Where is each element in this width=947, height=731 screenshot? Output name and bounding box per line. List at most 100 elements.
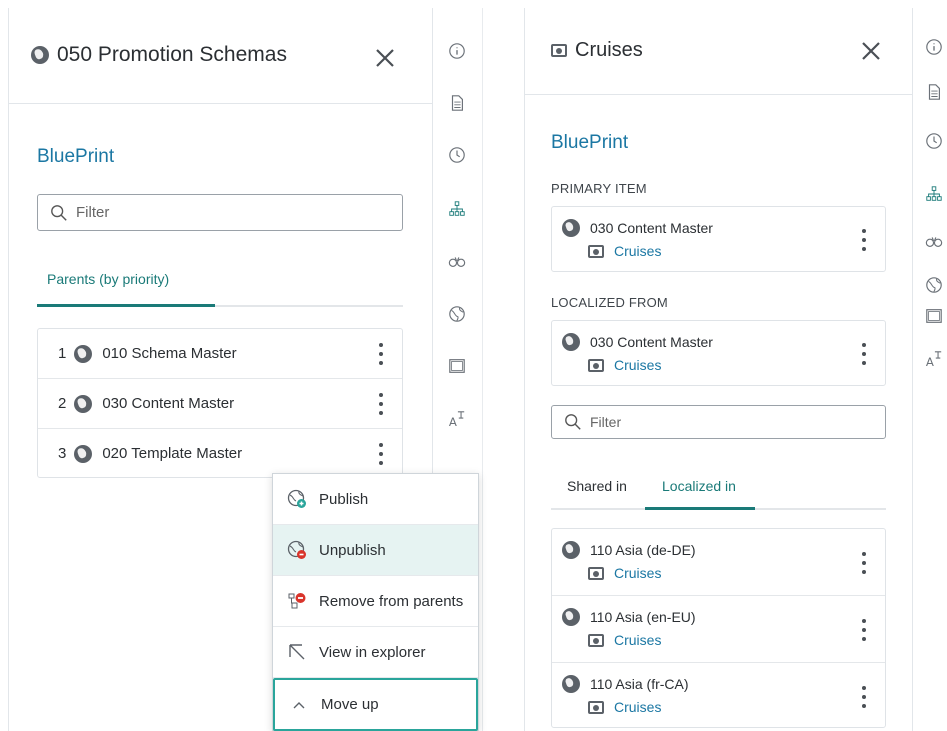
card-publication: 110 Asia (en-EU) [562, 608, 696, 626]
localized-from-label: LOCALIZED FROM [551, 295, 668, 310]
view-in-explorer-icon [287, 642, 307, 662]
translate-icon[interactable]: A [923, 348, 945, 370]
unpublish-icon [287, 540, 307, 560]
filter-input[interactable]: Filter [551, 405, 886, 439]
tab-shared-in[interactable]: Shared in [567, 478, 627, 494]
translate-icon[interactable]: A [446, 408, 468, 430]
list-item[interactable]: 2 030 Content Master [38, 379, 402, 429]
card-item[interactable]: Cruises [588, 357, 661, 373]
publication-globe-icon [562, 219, 580, 237]
close-icon[interactable] [373, 46, 397, 70]
item-link[interactable]: Cruises [614, 699, 661, 715]
menu-item-label: View in explorer [319, 643, 426, 661]
component-icon [588, 358, 604, 372]
remove-from-parents-icon [287, 591, 307, 611]
card-item[interactable]: Cruises [588, 632, 661, 648]
list-item[interactable]: 110 Asia (fr-CA) Cruises [552, 663, 885, 728]
panel-title: Cruises [551, 39, 643, 62]
publication-name: 030 Content Master [590, 220, 713, 236]
section-title: BluePrint [551, 132, 629, 153]
info-icon[interactable] [446, 40, 468, 62]
more-options-icon[interactable] [378, 342, 384, 365]
more-options-icon[interactable] [861, 552, 867, 574]
card-item[interactable]: Cruises [588, 565, 661, 581]
publication-globe-icon [74, 394, 93, 413]
more-options-icon[interactable] [378, 392, 384, 415]
publication-name: 110 Asia (de-DE) [590, 542, 696, 558]
component-icon [588, 566, 604, 580]
window-icon[interactable] [446, 355, 468, 377]
parent-name: 020 Template Master [102, 445, 243, 462]
priority-number: 2 [58, 395, 67, 412]
globe-icon[interactable] [446, 303, 468, 325]
panel-title-text: 050 Promotion Schemas [57, 43, 287, 66]
clock-icon[interactable] [923, 130, 945, 152]
publication-globe-icon [562, 675, 580, 693]
globe-icon[interactable] [923, 274, 945, 296]
priority-number: 3 [58, 445, 67, 462]
card-item[interactable]: Cruises [588, 243, 661, 259]
list-item[interactable]: 110 Asia (en-EU) Cruises [552, 596, 885, 663]
localized-from-card[interactable]: 030 Content Master Cruises [551, 320, 886, 386]
tab-bar: Shared in Localized in [551, 478, 886, 510]
menu-item-label: Remove from parents [319, 592, 464, 610]
publication-globe-icon [562, 333, 580, 351]
tab-bar: Parents (by priority) [37, 271, 403, 307]
publication-name: 030 Content Master [590, 334, 713, 350]
item-link[interactable]: Cruises [614, 357, 661, 373]
list-item[interactable]: 110 Asia (de-DE) Cruises [552, 529, 885, 596]
binoculars-icon[interactable] [923, 230, 945, 252]
tab-active-indicator [37, 304, 215, 307]
panel-header: Cruises [525, 8, 912, 95]
tab-active-indicator [645, 507, 755, 510]
more-options-icon[interactable] [861, 343, 867, 365]
item-link[interactable]: Cruises [614, 243, 661, 259]
clock-icon[interactable] [446, 144, 468, 166]
document-icon[interactable] [446, 92, 468, 114]
menu-item-remove-from-parents[interactable]: Remove from parents [273, 576, 478, 627]
menu-item-view-in-explorer[interactable]: View in explorer [273, 627, 478, 678]
component-icon [551, 44, 567, 57]
more-options-icon[interactable] [861, 686, 867, 708]
card-item[interactable]: Cruises [588, 699, 661, 715]
primary-item-card[interactable]: 030 Content Master Cruises [551, 206, 886, 272]
card-publication: 030 Content Master [562, 333, 713, 351]
list-item[interactable]: 1 010 Schema Master [38, 329, 402, 379]
priority-number: 1 [58, 345, 67, 362]
document-icon[interactable] [923, 81, 945, 103]
binoculars-icon[interactable] [446, 250, 468, 272]
search-icon [565, 414, 581, 430]
item-link[interactable]: Cruises [614, 632, 661, 648]
more-options-icon[interactable] [861, 229, 867, 251]
chevron-up-icon [289, 695, 309, 715]
blueprint-panel-right: Cruises BluePrint PRIMARY ITEM 030 Conte… [524, 8, 913, 731]
tab-localized-in[interactable]: Localized in [662, 478, 736, 494]
publication-globe-icon [31, 46, 49, 64]
parent-name: 010 Schema Master [102, 345, 237, 362]
window-icon[interactable] [923, 305, 945, 327]
menu-item-unpublish[interactable]: Unpublish [273, 525, 478, 576]
close-icon[interactable] [859, 39, 883, 63]
svg-text:A: A [449, 415, 457, 428]
menu-item-publish[interactable]: Publish [273, 474, 478, 525]
item-link[interactable]: Cruises [614, 565, 661, 581]
more-options-icon[interactable] [378, 442, 384, 465]
publish-icon [287, 489, 307, 509]
info-icon[interactable] [923, 36, 945, 58]
panel-header: 050 Promotion Schemas [9, 8, 432, 104]
hierarchy-icon[interactable] [923, 183, 945, 205]
card-publication: 030 Content Master [562, 219, 713, 237]
parents-list: 1 010 Schema Master 2 030 Content Master… [37, 328, 403, 478]
filter-placeholder: Filter [590, 414, 622, 430]
list-item[interactable]: 3 020 Template Master [38, 429, 402, 478]
menu-item-move-up[interactable]: Move up [273, 678, 478, 731]
tab-parents[interactable]: Parents (by priority) [47, 271, 169, 287]
side-rail-right: A [913, 8, 947, 731]
filter-placeholder: Filter [76, 204, 110, 221]
svg-text:A: A [926, 355, 934, 368]
localized-in-list: 110 Asia (de-DE) Cruises 110 Asia (en-EU… [551, 528, 886, 728]
hierarchy-icon[interactable] [446, 198, 468, 220]
more-options-icon[interactable] [861, 619, 867, 641]
component-icon [588, 700, 604, 714]
filter-input[interactable]: Filter [37, 194, 403, 231]
